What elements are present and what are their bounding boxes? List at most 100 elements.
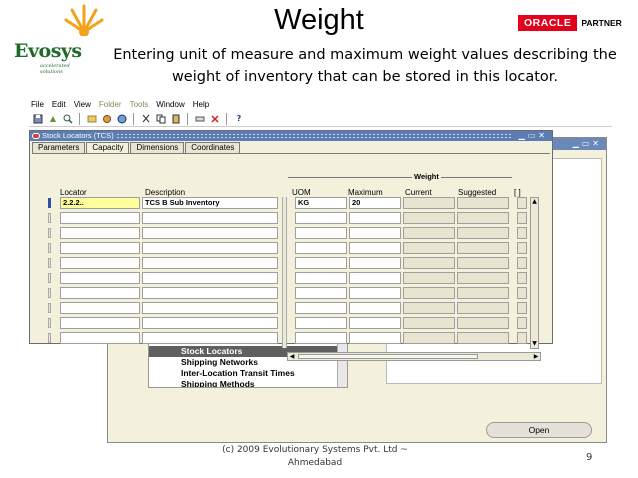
grid-horizontal-scrollbar[interactable]: ◀ ▶ bbox=[287, 352, 541, 361]
cell-current[interactable] bbox=[403, 302, 455, 314]
scroll-up-icon[interactable]: ▲ bbox=[531, 198, 538, 206]
menu-tools[interactable]: Tools bbox=[130, 100, 149, 109]
find-icon[interactable] bbox=[101, 113, 113, 125]
cell-locator[interactable] bbox=[60, 227, 140, 239]
cell-uom[interactable] bbox=[295, 242, 347, 254]
scrollbar-thumb[interactable] bbox=[298, 354, 478, 359]
cell-uom[interactable] bbox=[295, 332, 347, 344]
navigator-list-item[interactable]: Shipping Methods bbox=[149, 379, 347, 387]
window-controls-icon[interactable]: ▁▭✕ bbox=[573, 139, 602, 148]
menu-folder[interactable]: Folder bbox=[99, 100, 122, 109]
cell-maximum[interactable] bbox=[349, 227, 401, 239]
cell-description[interactable]: TCS B Sub Inventory bbox=[142, 197, 278, 209]
cell-uom[interactable] bbox=[295, 302, 347, 314]
cell-uom[interactable] bbox=[295, 317, 347, 329]
copy-icon[interactable] bbox=[155, 113, 167, 125]
cell-maximum[interactable] bbox=[349, 302, 401, 314]
row-indicator[interactable] bbox=[48, 258, 51, 268]
open-button[interactable]: Open bbox=[486, 422, 592, 438]
pane-splitter[interactable] bbox=[282, 197, 287, 348]
cell-current[interactable] bbox=[403, 197, 455, 209]
cell-folder[interactable] bbox=[517, 257, 527, 269]
row-indicator[interactable] bbox=[48, 318, 51, 328]
cell-maximum[interactable] bbox=[349, 257, 401, 269]
cell-folder[interactable] bbox=[517, 287, 527, 299]
cell-suggested[interactable] bbox=[457, 287, 509, 299]
menu-edit[interactable]: Edit bbox=[52, 100, 66, 109]
cell-uom[interactable] bbox=[295, 227, 347, 239]
row-indicator[interactable] bbox=[48, 303, 51, 313]
cut-icon[interactable] bbox=[140, 113, 152, 125]
tab-parameters[interactable]: Parameters bbox=[32, 142, 86, 153]
cell-folder[interactable] bbox=[517, 227, 527, 239]
cell-suggested[interactable] bbox=[457, 257, 509, 269]
row-indicator[interactable] bbox=[48, 333, 51, 343]
cell-suggested[interactable] bbox=[457, 242, 509, 254]
cell-folder[interactable] bbox=[517, 317, 527, 329]
navigate-icon[interactable] bbox=[47, 113, 59, 125]
cell-maximum[interactable] bbox=[349, 242, 401, 254]
cell-locator[interactable] bbox=[60, 302, 140, 314]
cell-locator[interactable] bbox=[60, 332, 140, 344]
cell-description[interactable] bbox=[142, 287, 278, 299]
cell-description[interactable] bbox=[142, 317, 278, 329]
tab-capacity[interactable]: Capacity bbox=[86, 142, 130, 153]
cell-folder[interactable] bbox=[517, 302, 527, 314]
cell-maximum[interactable] bbox=[349, 332, 401, 344]
scroll-left-icon[interactable]: ◀ bbox=[288, 353, 296, 360]
navigator-list-item[interactable]: Inter-Location Transit Times bbox=[149, 368, 347, 379]
cell-locator[interactable] bbox=[60, 242, 140, 254]
cell-current[interactable] bbox=[403, 227, 455, 239]
paste-icon[interactable] bbox=[170, 113, 182, 125]
help-icon[interactable]: ? bbox=[233, 113, 245, 125]
cell-current[interactable] bbox=[403, 272, 455, 284]
translate-icon[interactable] bbox=[116, 113, 128, 125]
save-icon[interactable] bbox=[32, 113, 44, 125]
cell-locator[interactable] bbox=[60, 257, 140, 269]
scroll-down-icon[interactable]: ▼ bbox=[531, 340, 538, 348]
delete-icon[interactable] bbox=[209, 113, 221, 125]
cell-current[interactable] bbox=[403, 257, 455, 269]
cell-folder[interactable] bbox=[517, 242, 527, 254]
cell-suggested[interactable] bbox=[457, 227, 509, 239]
cell-suggested[interactable] bbox=[457, 272, 509, 284]
cell-uom[interactable] bbox=[295, 272, 347, 284]
cell-locator[interactable] bbox=[60, 212, 140, 224]
cell-suggested[interactable] bbox=[457, 332, 509, 344]
menu-file[interactable]: File bbox=[31, 100, 44, 109]
cell-current[interactable] bbox=[403, 332, 455, 344]
cell-suggested[interactable] bbox=[457, 212, 509, 224]
cell-maximum[interactable] bbox=[349, 212, 401, 224]
cell-suggested[interactable] bbox=[457, 302, 509, 314]
cell-current[interactable] bbox=[403, 287, 455, 299]
row-indicator[interactable] bbox=[48, 273, 51, 283]
cell-folder[interactable] bbox=[517, 197, 527, 209]
cell-folder[interactable] bbox=[517, 272, 527, 284]
cell-description[interactable] bbox=[142, 242, 278, 254]
cell-description[interactable] bbox=[142, 332, 278, 344]
cell-current[interactable] bbox=[403, 212, 455, 224]
row-indicator[interactable] bbox=[48, 243, 51, 253]
cell-description[interactable] bbox=[142, 302, 278, 314]
menu-window[interactable]: Window bbox=[156, 100, 184, 109]
cell-uom[interactable] bbox=[295, 212, 347, 224]
cell-locator[interactable] bbox=[60, 317, 140, 329]
folder-toggle[interactable]: [ ] bbox=[514, 188, 521, 197]
menu-help[interactable]: Help bbox=[193, 100, 209, 109]
attach-icon[interactable] bbox=[86, 113, 98, 125]
cell-maximum[interactable] bbox=[349, 272, 401, 284]
cell-description[interactable] bbox=[142, 227, 278, 239]
cell-current[interactable] bbox=[403, 242, 455, 254]
cell-locator[interactable] bbox=[60, 287, 140, 299]
cell-folder[interactable] bbox=[517, 332, 527, 344]
window-controls-icon[interactable]: ▁▭✕ bbox=[519, 131, 548, 141]
cell-maximum[interactable] bbox=[349, 287, 401, 299]
cell-suggested[interactable] bbox=[457, 197, 509, 209]
cell-folder[interactable] bbox=[517, 212, 527, 224]
row-indicator[interactable] bbox=[48, 228, 51, 238]
cell-locator[interactable]: 2.2.2.. bbox=[60, 197, 140, 209]
cell-maximum[interactable]: 20 bbox=[349, 197, 401, 209]
row-indicator[interactable] bbox=[48, 288, 51, 298]
cell-maximum[interactable] bbox=[349, 317, 401, 329]
cell-locator[interactable] bbox=[60, 272, 140, 284]
